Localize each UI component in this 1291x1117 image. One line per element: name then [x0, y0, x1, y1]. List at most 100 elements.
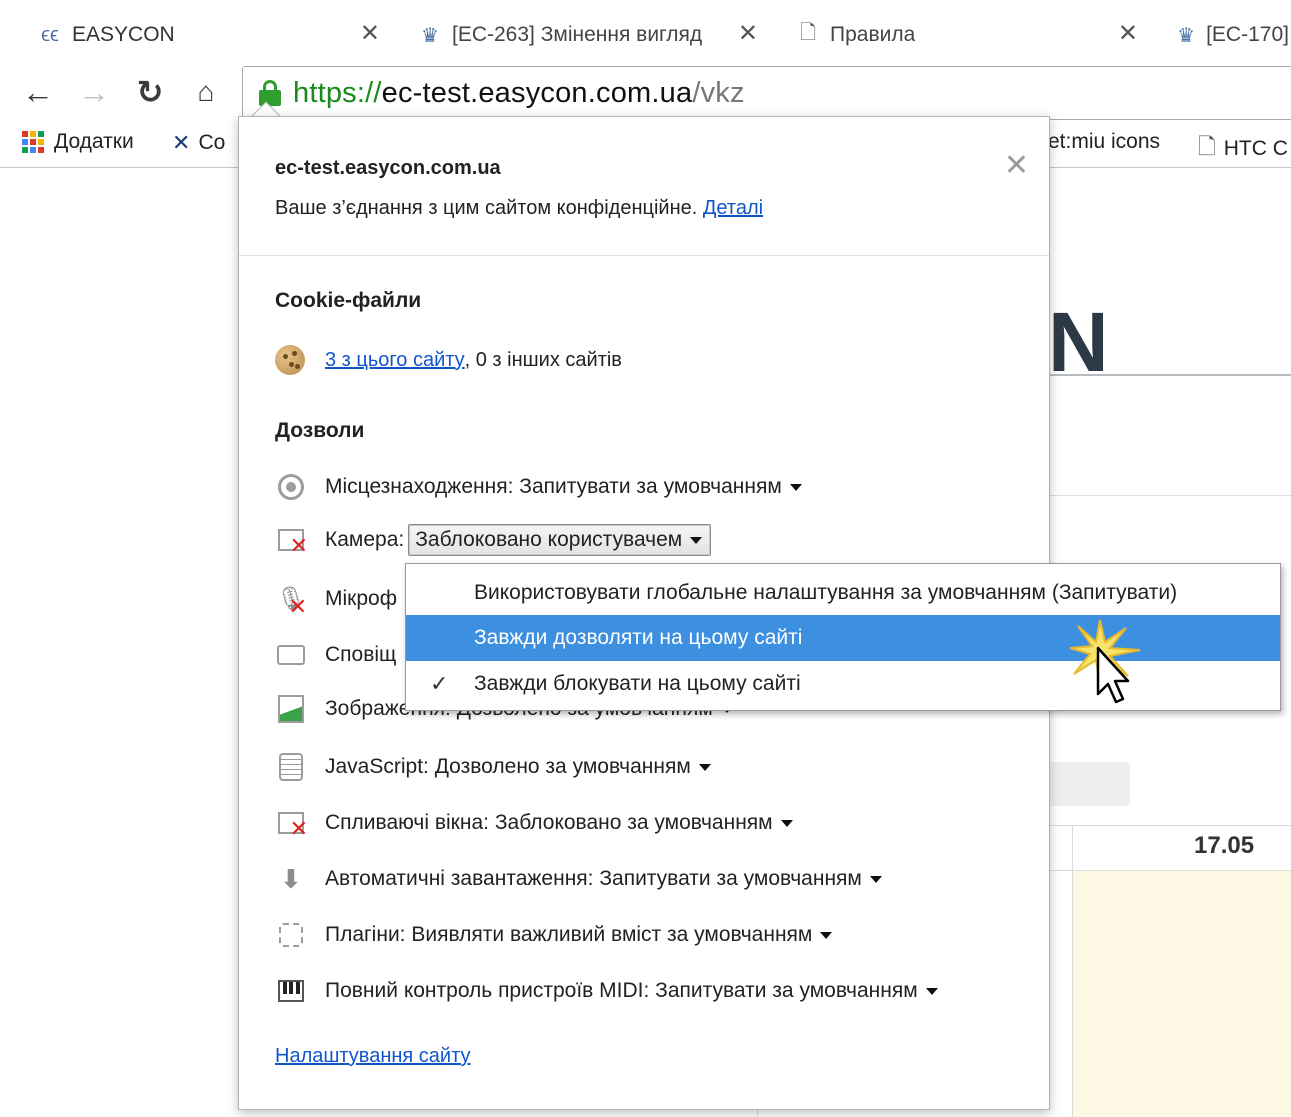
- logo-fragment: N: [1048, 295, 1109, 389]
- camera-select[interactable]: Заблоковано користувачем: [408, 524, 712, 556]
- bookmark-miu-icons[interactable]: et:miu icons: [1048, 130, 1160, 154]
- divider: [1048, 495, 1291, 496]
- permission-plugins: Плагіни: Виявляти важливий вміст за умов…: [275, 920, 833, 950]
- jira-favicon-icon: ♛: [421, 24, 439, 47]
- connection-status: Ваше з’єднання з цим сайтом конфіденційн…: [275, 197, 763, 220]
- details-link[interactable]: Деталі: [703, 197, 763, 219]
- permission-microphone: 🎙 ✕ Мікроф: [275, 584, 397, 619]
- site-settings-link[interactable]: Налаштування сайту: [275, 1045, 470, 1068]
- permission-label: JavaScript:: [325, 755, 429, 778]
- tab-rules[interactable]: 🗋 Правила ✕: [758, 6, 1156, 64]
- notifications-icon: [275, 640, 307, 670]
- bookmark-label: HTC C: [1223, 137, 1288, 160]
- bookmark-label: et:miu icons: [1048, 130, 1161, 153]
- tab-strip: ϵϵ EASYCON ✕ ♛ [EC-263] Змінення вигляд …: [0, 0, 1291, 64]
- browser-toolbar: ← → ↻ ⌂ https://ec-test.easycon.com.ua/v…: [0, 64, 1291, 122]
- home-icon[interactable]: ⌂: [186, 72, 226, 112]
- permission-label: Сповіщ: [325, 643, 397, 666]
- bookmark-htc[interactable]: 🗋 HTC C: [1198, 130, 1288, 168]
- document-favicon-icon: 🗋: [799, 22, 817, 44]
- divider: [239, 255, 1049, 256]
- address-bar[interactable]: https://ec-test.easycon.com.ua/vkz: [242, 66, 1291, 120]
- tab-ec-263[interactable]: ♛ [EC-263] Змінення вигляд ✕: [380, 6, 776, 64]
- secure-text: Ваше з’єднання з цим сайтом конфіденційн…: [275, 197, 698, 219]
- cookie-icon: [275, 345, 305, 375]
- permission-downloads: ⬇ Автоматичні завантаження: Запитувати з…: [275, 864, 882, 894]
- permission-label: Спливаючі вікна:: [325, 811, 489, 834]
- apps-grid-icon: [22, 131, 44, 153]
- popups-blocked-icon: ✕: [275, 808, 308, 840]
- permission-camera: ✕ Камера: Заблоковано користувачем: [275, 524, 712, 557]
- chevron-down-icon[interactable]: [789, 483, 802, 491]
- permission-javascript: JavaScript: Дозволено за умовчанням: [275, 752, 711, 782]
- menu-item-label: Використовувати глобальне налаштування з…: [474, 581, 1178, 604]
- permission-value[interactable]: Запитувати за умовчанням: [519, 475, 782, 499]
- cookies-link[interactable]: 3 з цього сайту: [325, 349, 465, 372]
- permission-label: Місцезнаходження:: [325, 475, 514, 498]
- date-column-header: 17.05: [1194, 832, 1255, 859]
- url-path: /vkz: [692, 76, 745, 109]
- permission-value[interactable]: Запитувати за умовчанням: [655, 979, 918, 1003]
- permission-value[interactable]: Дозволено за умовчанням: [435, 755, 691, 779]
- chevron-down-icon: [690, 536, 703, 544]
- camera-blocked-icon: ✕: [275, 525, 308, 557]
- bookmark-label: Додатки: [54, 130, 134, 153]
- url-scheme: https://: [293, 76, 382, 109]
- menu-item-label: Завжди блокувати на цьому сайті: [474, 672, 801, 695]
- url-text: https://ec-test.easycon.com.ua/vkz: [293, 77, 745, 110]
- microphone-blocked-icon: 🎙 ✕: [275, 585, 307, 619]
- permission-label: Камера:: [325, 528, 405, 551]
- close-icon[interactable]: ✕: [1118, 22, 1138, 46]
- chevron-down-icon[interactable]: [698, 763, 711, 771]
- divider: [1048, 374, 1291, 376]
- permission-label: Мікроф: [325, 587, 397, 610]
- chevron-down-icon[interactable]: [925, 987, 938, 995]
- site-domain: ec-test.easycon.com.ua: [275, 157, 501, 179]
- javascript-icon: [275, 752, 307, 782]
- permission-label: Плагіни:: [325, 923, 406, 946]
- permission-location: Місцезнаходження: Запитувати за умовчанн…: [275, 472, 802, 502]
- midi-icon: [275, 976, 307, 1006]
- permission-notifications: Сповіщ: [275, 640, 396, 670]
- bookmark-co[interactable]: ✕ Co: [172, 130, 225, 156]
- back-arrow-icon[interactable]: ←: [18, 72, 58, 112]
- chevron-down-icon[interactable]: [820, 931, 833, 939]
- forward-arrow-icon[interactable]: →: [74, 72, 114, 112]
- permission-value[interactable]: Запитувати за умовчанням: [599, 867, 862, 891]
- lock-icon[interactable]: [259, 80, 281, 106]
- cookies-row: 3 з цього сайту , 0 з інших сайтів: [275, 345, 622, 375]
- permission-label: Автоматичні завантаження:: [325, 867, 594, 890]
- tab-ec-170[interactable]: ♛ [EC-170] З: [1138, 6, 1291, 64]
- tab-title: [EC-170] З: [1206, 23, 1291, 46]
- close-icon[interactable]: ✕: [360, 22, 380, 46]
- permission-popups: ✕ Спливаючі вікна: Заблоковано за умовча…: [275, 808, 793, 840]
- bookmark-apps[interactable]: Додатки: [22, 130, 134, 154]
- permission-value[interactable]: Виявляти важливий вміст за умовчанням: [411, 923, 812, 947]
- reload-icon[interactable]: ↻: [130, 72, 170, 112]
- permission-midi: Повний контроль пристроїв MIDI: Запитува…: [275, 976, 938, 1006]
- downloads-icon: ⬇: [280, 863, 302, 894]
- tab-easycon[interactable]: ϵϵ EASYCON ✕: [0, 6, 398, 64]
- permission-value[interactable]: Заблоковано за умовчанням: [495, 811, 773, 835]
- permission-value: Заблоковано користувачем: [415, 528, 683, 551]
- highlighted-cell: [1072, 871, 1291, 1117]
- checkmark-icon: ✓: [430, 671, 449, 696]
- image-icon: [275, 694, 307, 724]
- close-icon[interactable]: ✕: [738, 22, 758, 46]
- location-icon: [275, 472, 307, 502]
- tab-title: Правила: [830, 23, 916, 46]
- cookies-other: , 0 з інших сайтів: [464, 348, 622, 371]
- permissions-title: Дозволи: [275, 419, 365, 442]
- permission-label: Повний контроль пристроїв MIDI:: [325, 979, 650, 1002]
- close-icon[interactable]: ✕: [1004, 151, 1029, 181]
- chevron-down-icon[interactable]: [780, 819, 793, 827]
- cookies-title: Cookie-файли: [275, 289, 422, 312]
- mouse-cursor-icon: [1070, 619, 1141, 704]
- document-icon: 🗋: [1198, 134, 1216, 159]
- chevron-down-icon[interactable]: [869, 875, 882, 883]
- menu-item-use-global-default[interactable]: Використовувати глобальне налаштування з…: [406, 570, 1280, 616]
- tab-title: [EC-263] Змінення вигляд: [452, 23, 703, 46]
- plugin-icon: [275, 920, 307, 950]
- jira-favicon-icon: ♛: [1177, 24, 1196, 47]
- page-input-fragment: [1048, 762, 1130, 806]
